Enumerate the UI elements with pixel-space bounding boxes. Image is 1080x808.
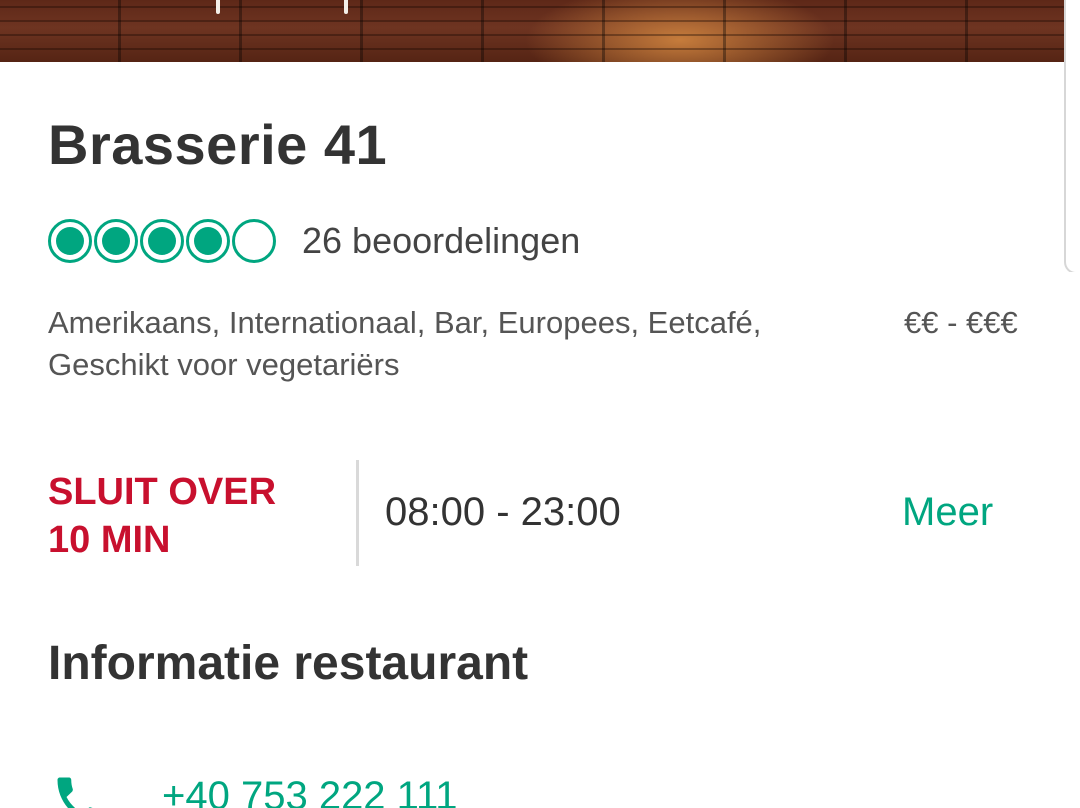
rating-bubble-filled <box>94 219 138 263</box>
info-section-title: Informatie restaurant <box>48 637 529 690</box>
rating-bubble-filled <box>140 219 184 263</box>
rating-bubble-empty <box>232 219 276 263</box>
rating-bubble-filled <box>186 219 230 263</box>
chair-leg <box>216 0 220 14</box>
cuisine-list: Amerikaans, Internationaal, Bar, Europee… <box>48 305 762 382</box>
opening-hours-row: SLUIT OVER 10 MIN 08:00 - 23:00 Meer <box>48 460 1038 566</box>
rating-row[interactable]: 26 beoordelingen <box>48 216 580 266</box>
chair-leg <box>344 0 348 14</box>
restaurant-photo[interactable] <box>0 0 1066 62</box>
phone-icon <box>50 770 110 808</box>
card-edge <box>1064 0 1080 274</box>
rating-bubbles <box>48 219 276 263</box>
rating-bubble-fill <box>194 227 222 255</box>
review-count[interactable]: 26 beoordelingen <box>302 220 580 262</box>
rating-bubble-fill <box>102 227 130 255</box>
card-edge-lower <box>1064 272 1080 808</box>
closing-status-line2: 10 MIN <box>48 519 171 561</box>
price-range: €€ - €€€ <box>904 305 1018 340</box>
hours-divider <box>356 460 359 566</box>
restaurant-detail-page: Brasserie 41 26 beoordelingen Amerikaans… <box>0 0 1080 808</box>
closing-status: SLUIT OVER 10 MIN <box>48 468 328 564</box>
restaurant-name: Brasserie 41 <box>48 113 388 176</box>
today-hours: 08:00 - 23:00 <box>385 490 621 534</box>
closing-status-line1: SLUIT OVER <box>48 471 277 513</box>
more-hours-link[interactable]: Meer <box>902 490 993 535</box>
rating-bubble-fill <box>148 227 176 255</box>
rating-bubble-fill <box>56 227 84 255</box>
rating-bubble-filled <box>48 219 92 263</box>
phone-number[interactable]: +40 753 222 111 <box>162 774 457 808</box>
